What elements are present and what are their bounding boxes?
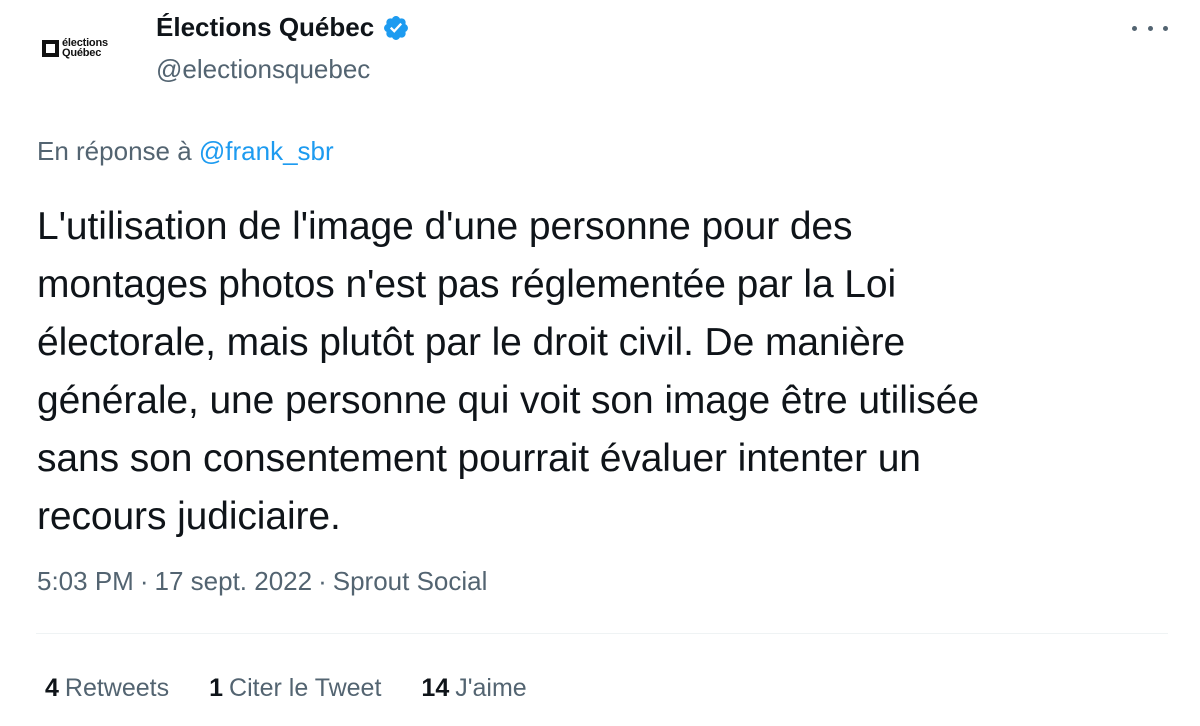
likes-label: J'aime [455, 674, 527, 702]
meta-separator: · [318, 566, 327, 596]
reply-prefix: En réponse à [37, 136, 192, 166]
tweet-time[interactable]: 5:03 PM [37, 566, 134, 596]
tweet-date[interactable]: 17 sept. 2022 [155, 566, 313, 596]
tweet-text-line: montages photos n'est pas réglementée pa… [37, 263, 897, 306]
tweet-text-line: électorale, mais plutôt par le droit civ… [37, 321, 906, 364]
tweet-text: L'utilisation de l'image d'une personne … [37, 198, 1177, 546]
reply-context: En réponse à @frank_sbr [37, 136, 334, 167]
tweet-text-line: L'utilisation de l'image d'une personne … [37, 205, 853, 248]
tweet-stats: 4 Retweets 1 Citer le Tweet 14 J'aime [45, 674, 567, 703]
verified-badge-icon [384, 15, 409, 40]
retweets-count: 4 [45, 674, 59, 702]
retweets-stat[interactable]: 4 Retweets [45, 674, 169, 703]
author-handle[interactable]: @electionsquebec [156, 54, 370, 85]
more-options-icon[interactable] [1132, 16, 1168, 40]
tweet-meta: 5:03 PM · 17 sept. 2022 · Sprout Social [37, 566, 487, 597]
avatar-logo-line-2: Québec [62, 47, 102, 59]
logo-mark-icon [42, 39, 59, 57]
quotes-stat[interactable]: 1 Citer le Tweet [209, 674, 381, 703]
tweet-text-line: recours judiciaire. [37, 495, 341, 538]
quotes-count: 1 [209, 674, 224, 702]
quotes-label: Citer le Tweet [229, 674, 382, 702]
author-name-row: Élections Québec [156, 12, 410, 43]
tweet-text-line: sans son consentement pourrait évaluer i… [37, 437, 921, 480]
meta-separator: · [139, 566, 149, 596]
likes-count: 14 [421, 674, 450, 702]
tweet-text-line: générale, une personne qui voit son imag… [37, 379, 979, 422]
likes-stat[interactable]: 14 J'aime [421, 674, 526, 703]
divider [36, 633, 1168, 634]
avatar-logo-text: élections Québec [62, 38, 108, 59]
avatar[interactable]: élections Québec [42, 38, 108, 59]
reply-mention-link[interactable]: @frank_sbr [199, 136, 334, 166]
author-display-name[interactable]: Élections Québec [156, 12, 374, 43]
retweets-label: Retweets [64, 674, 170, 702]
tweet-card: élections Québec Élections Québec @elect… [0, 0, 1200, 726]
tweet-source-link[interactable]: Sprout Social [333, 566, 488, 596]
